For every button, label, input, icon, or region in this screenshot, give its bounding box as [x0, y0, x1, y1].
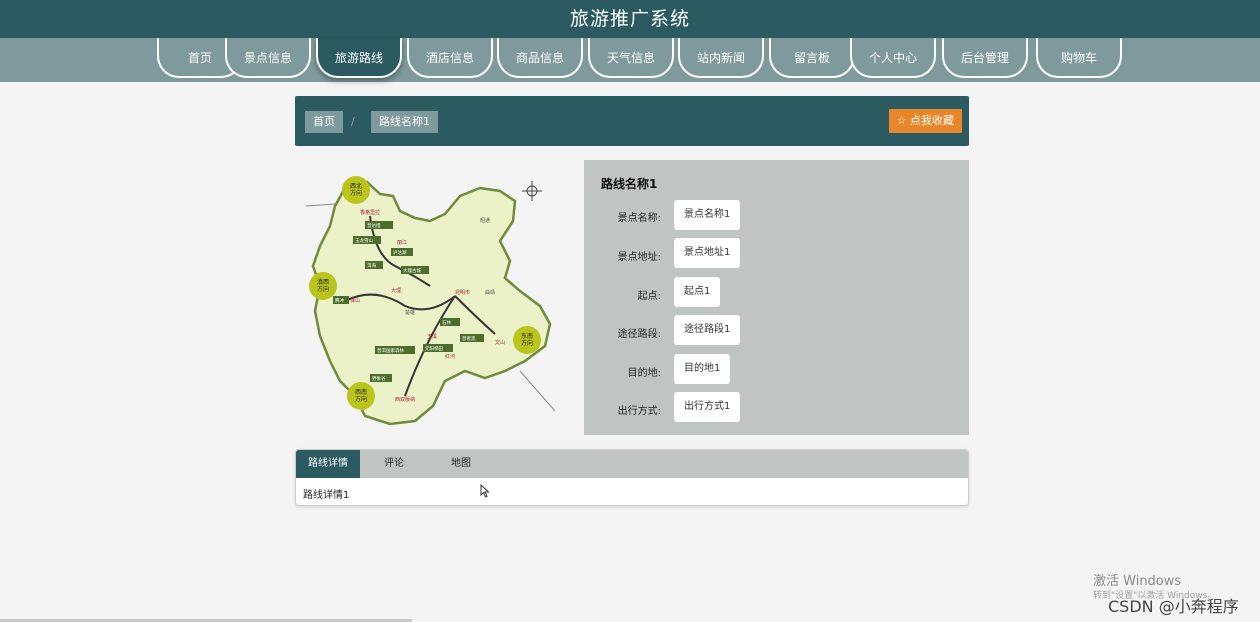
route-map-image: 西北方向 滇西方向 东南方向 西南方向 香格里拉 丽江 大理 保山 昆明市 玉溪… [305, 166, 563, 428]
route-tag-label: 元阳梯田 [425, 345, 443, 352]
nav-weather[interactable]: 天气信息 [588, 38, 674, 78]
route-tag-label: 野象谷 [372, 375, 386, 382]
breadcrumb: 首页 / 路线名称1 ☆ 点我收藏 [295, 96, 969, 146]
detail-tabs: 路线详情 评论 地图 路线详情1 [295, 449, 969, 506]
field-value-via: 途径路段1 [674, 315, 741, 345]
city-label: 曲靖 [485, 289, 495, 296]
region-label-northwest: 西北方向 [350, 182, 362, 197]
windows-activation-watermark: 激活 Windows [1093, 574, 1182, 589]
field-label-via: 途径路段: [617, 329, 661, 340]
region-label-southeast: 东南方向 [521, 332, 533, 347]
nav-routes[interactable]: 旅游路线 [316, 38, 402, 78]
nav-message-board[interactable]: 留言板 [769, 38, 855, 78]
city-label: 玉溪 [427, 333, 437, 340]
nav-cart[interactable]: 购物车 [1036, 38, 1122, 78]
city-label: 西双版纳 [395, 396, 415, 403]
nav-attractions[interactable]: 景点信息 [225, 38, 311, 78]
field-value-attraction-address: 景点地址1 [674, 238, 741, 268]
main-nav: 首页 景点信息 旅游路线 酒店信息 商品信息 天气信息 站内新闻 留言板 个人中… [0, 38, 1260, 82]
city-label: 大理 [391, 287, 401, 294]
tabs-header: 路线详情 评论 地图 [296, 450, 968, 478]
field-label-start: 起点: [637, 291, 661, 302]
field-label-destination: 目的地: [627, 368, 661, 379]
route-info-panel: 路线名称1 景点名称: 景点名称1 景点地址: 景点地址1 起点: 起点1 途径… [584, 160, 969, 435]
yunnan-map-illustration: 西北方向 滇西方向 东南方向 西南方向 香格里拉 丽江 大理 保山 昆明市 玉溪… [305, 176, 556, 426]
city-label: 保山 [350, 297, 360, 304]
breadcrumb-separator: / [351, 115, 355, 128]
nav-news[interactable]: 站内新闻 [678, 38, 764, 78]
compass-icon [522, 181, 542, 201]
field-value-attraction-name: 景点名称1 [674, 200, 741, 230]
tab-route-details[interactable]: 路线详情 [296, 450, 360, 478]
field-value-travel-mode: 出行方式1 [674, 392, 741, 422]
region-label-west: 滇西方向 [317, 278, 329, 293]
nav-products[interactable]: 商品信息 [497, 38, 583, 78]
region-label-southwest: 西南方向 [355, 388, 367, 403]
app-header: 旅游推广系统 [0, 0, 1260, 38]
route-tag-label: 普洱国家森林 [377, 347, 404, 354]
route-tag-label: 泸沽湖 [393, 249, 407, 256]
route-tag-label: 大理古城 [403, 267, 421, 274]
mouse-cursor-icon [480, 484, 490, 498]
city-label: 昆明市 [455, 289, 470, 296]
breadcrumb-current: 路线名称1 [371, 111, 438, 133]
nav-hotels[interactable]: 酒店信息 [407, 38, 493, 78]
field-label-travel-mode: 出行方式: [617, 406, 661, 417]
route-tag-label: 石林 [442, 319, 451, 326]
city-label: 文山 [495, 339, 505, 346]
city-label: 昭通 [480, 217, 490, 224]
favorite-button[interactable]: ☆ 点我收藏 [888, 109, 962, 133]
app-title: 旅游推广系统 [569, 8, 690, 30]
field-label-attraction-address: 景点地址: [617, 252, 661, 263]
tab-map[interactable]: 地图 [429, 450, 493, 478]
tab-comments[interactable]: 评论 [362, 450, 426, 478]
city-label: 红河 [445, 353, 455, 360]
field-value-start: 起点1 [674, 277, 721, 307]
route-title: 路线名称1 [601, 177, 658, 191]
route-tag-label: 普者黑 [462, 335, 476, 342]
field-label-attraction-name: 景点名称: [617, 213, 661, 224]
route-tag-label: 腾冲 [335, 297, 344, 304]
nav-user-center[interactable]: 个人中心 [850, 38, 936, 78]
field-value-destination: 目的地1 [674, 354, 731, 384]
route-tag-label: 玉龙雪山 [355, 237, 373, 244]
nav-admin[interactable]: 后台管理 [942, 38, 1028, 78]
tab-content: 路线详情1 [303, 490, 350, 501]
route-tag-label: 洱海 [367, 262, 376, 269]
csdn-credit: CSDN @小奔程序 [1108, 597, 1239, 616]
city-label: 香格里拉 [360, 209, 380, 216]
route-tag-label: 普达措 [367, 222, 381, 229]
city-label: 丽江 [397, 239, 407, 246]
breadcrumb-home[interactable]: 首页 [305, 111, 343, 133]
city-label: 楚雄 [405, 309, 415, 316]
